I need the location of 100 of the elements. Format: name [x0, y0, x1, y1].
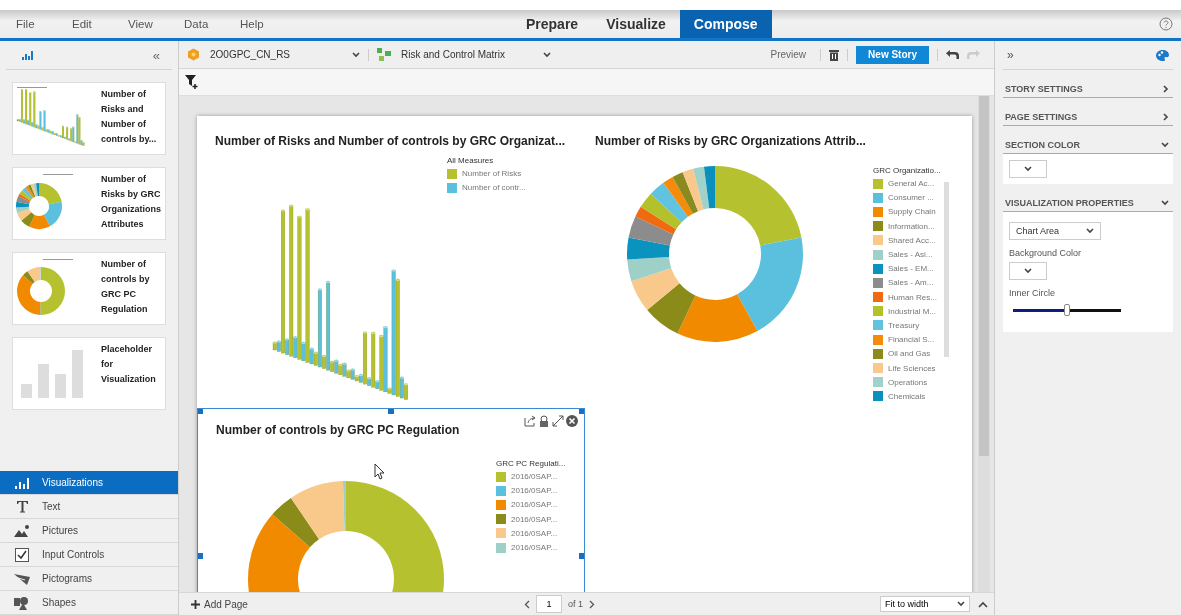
legend-title: GRC Organizatio... — [873, 166, 941, 175]
undo-icon[interactable] — [946, 49, 960, 60]
resize-handle[interactable] — [388, 409, 394, 414]
legend-title: GRC PC Regulati... — [496, 459, 566, 468]
legend-scrollbar[interactable] — [943, 182, 949, 357]
legend-label: Information... — [888, 221, 935, 231]
mode-tab[interactable]: Compose — [679, 10, 772, 38]
menu-item[interactable]: View — [112, 18, 168, 30]
legend-label: Oil and Gas — [888, 349, 931, 359]
menu-item[interactable]: File — [0, 18, 56, 30]
chevron-down-icon — [543, 51, 551, 58]
chevron-right-icon — [1163, 84, 1169, 93]
field-label: Inner Circle — [1009, 288, 1055, 298]
legend-label: 2016/0SAP... — [511, 514, 558, 524]
bar-chart-icon — [14, 476, 30, 489]
legend-label: Number of contr... — [462, 183, 526, 193]
thumbnail-title: Number of Risks by GRC Organizations Attributes — [100, 173, 162, 231]
chevron-down-icon — [1086, 228, 1094, 234]
chart-thumbnail-card[interactable]: Number of controls by GRC PC Regulation — [12, 252, 166, 325]
chevron-down-icon — [957, 601, 965, 607]
hierarchy-icon — [377, 48, 391, 61]
page-number-field[interactable]: 1 — [535, 595, 562, 613]
cursor-icon — [374, 463, 386, 480]
legend-label: Industrial M... — [888, 306, 936, 316]
tool-tab[interactable]: Input Controls — [0, 543, 178, 567]
zoom-dropdown[interactable]: Fit to width — [880, 596, 970, 612]
chart-title: Number of Risks and Number of controls by GRC Organizat... — [215, 134, 566, 148]
scrollbar-thumb[interactable] — [979, 96, 989, 456]
chart-thumbnail-card[interactable]: Number of Risks by GRC Organizations Attributes — [12, 167, 166, 240]
tool-tab[interactable]: Pictograms — [0, 567, 178, 591]
legend-label: 2016/0SAP... — [511, 472, 558, 482]
expand-button[interactable]: » — [1007, 48, 1014, 62]
legend-label: 2016/0SAP... — [511, 528, 558, 538]
tool-tab[interactable]: Text — [0, 495, 178, 519]
thumbnail-title: Placeholder for Visualization — [100, 343, 157, 386]
legend-label: 2016/0SAP... — [511, 543, 558, 553]
inner-circle-slider[interactable] — [1013, 304, 1121, 316]
dataset-name[interactable]: 2O0GPC_CN_RS — [210, 49, 291, 60]
mountain-icon — [14, 524, 30, 537]
resize-handle[interactable] — [579, 553, 584, 559]
tool-tab[interactable]: Visualizations — [0, 471, 178, 495]
close-icon[interactable] — [566, 415, 578, 427]
chevron-down-icon — [1024, 166, 1032, 172]
legend-label: Supply Chain — [888, 207, 936, 217]
collapse-button[interactable]: « — [152, 47, 160, 63]
cube-icon — [187, 48, 200, 61]
field-label: Background Color — [1009, 248, 1082, 258]
thumbnail-title: Number of controls by GRC PC Regulation — [100, 258, 151, 316]
legend-label: Number of Risks — [462, 169, 522, 179]
plus-icon — [191, 599, 200, 609]
previous-page-icon[interactable] — [523, 599, 530, 609]
mode-tab[interactable]: Visualize — [592, 10, 680, 38]
document-name[interactable]: Risk and Control Matrix — [401, 49, 505, 60]
donut-slice — [627, 237, 670, 260]
legend-label: Operations — [888, 377, 928, 387]
bar-chart-icon[interactable] — [22, 50, 34, 60]
help-icon[interactable] — [1159, 17, 1173, 31]
chart-thumbnail-card[interactable]: Placeholder for Visualization — [12, 337, 166, 410]
palette-icon[interactable] — [1156, 49, 1169, 61]
thumbnail-title: Number of Risks and Number of controls by... — [100, 88, 158, 146]
legend-label: Sales - EM... — [888, 264, 934, 274]
preview-button[interactable]: Preview — [764, 48, 813, 61]
color-dropdown[interactable] — [1009, 160, 1047, 178]
chart-thumbnail — [15, 85, 87, 147]
legend-label: Consumer ... — [888, 193, 934, 203]
tool-tab[interactable]: Shapes — [0, 591, 178, 615]
new-story-button[interactable]: New Story — [856, 45, 929, 64]
menu-item[interactable]: Data — [168, 18, 224, 30]
menu-item[interactable]: Edit — [56, 18, 112, 30]
legend-label: Chemicals — [888, 391, 926, 401]
chart-panel[interactable]: Number of Risks and Number of controls by GRC Organizat... All Measures Number of Risks Number of contr... — [197, 116, 585, 406]
section-header[interactable]: STORY SETTINGS — [1003, 80, 1173, 98]
section-header[interactable]: PAGE SETTINGS — [1003, 108, 1173, 126]
chart-thumbnail-card[interactable]: Number of Risks and Number of controls by... — [12, 82, 166, 155]
resize-handle[interactable] — [198, 553, 203, 559]
chevron-down-icon — [1024, 268, 1032, 274]
text-icon — [15, 500, 29, 513]
legend-label: Treasury — [888, 320, 920, 330]
next-page-icon[interactable] — [588, 599, 595, 609]
chevron-down-icon — [1161, 141, 1169, 148]
color-dropdown[interactable] — [1009, 262, 1047, 280]
mode-tab[interactable]: Prepare — [512, 10, 593, 38]
legend-label: Financial S... — [888, 335, 935, 345]
expand-icon[interactable] — [552, 415, 564, 427]
area-dropdown[interactable]: Chart Area — [1009, 222, 1101, 240]
trash-icon[interactable] — [829, 48, 840, 61]
selected-chart-frame[interactable]: Number of controls by GRC PC Regulation GRC PC Regulati... 2016/0SAP... 2016/0SAP... 2016/0SAP... 2016/0SAP... 2016/0SAP... 2016/0SAP... — [197, 408, 585, 592]
tool-tab[interactable]: Pictures — [0, 519, 178, 543]
page-count: of 1 — [567, 599, 583, 609]
shapes-icon — [14, 595, 30, 610]
add-page-button[interactable]: Add Page — [185, 597, 254, 611]
legend-title: All Measures — [447, 156, 495, 165]
chevron-right-icon — [1163, 112, 1169, 121]
legend-label: 2016/0SAP... — [511, 486, 558, 496]
chevron-down-icon — [1161, 199, 1169, 206]
collapse-up-icon[interactable] — [978, 600, 988, 608]
chart-title: Number of Risks by GRC Organizations Attrib... — [595, 134, 866, 148]
menu-item[interactable]: Help — [224, 18, 280, 30]
share-icon[interactable] — [524, 415, 536, 427]
add-filter-icon[interactable] — [185, 75, 199, 89]
